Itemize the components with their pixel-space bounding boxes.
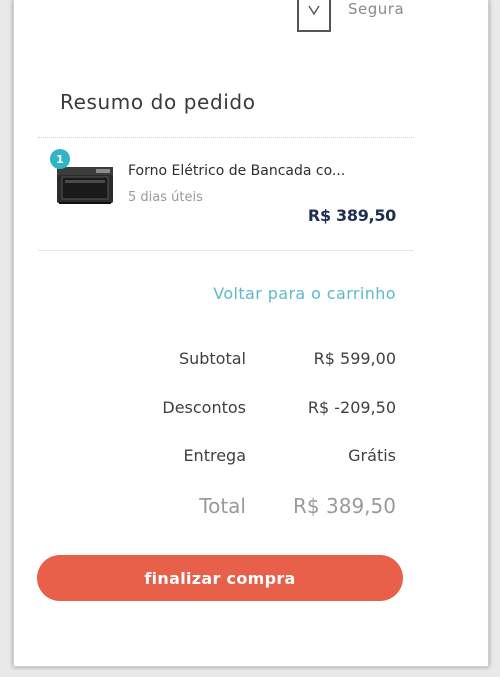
- order-summary-panel: Segura Resumo do pedido 1 Forno Elétrico…: [13, 0, 489, 667]
- back-to-cart-link[interactable]: Voltar para o carrinho: [213, 284, 396, 303]
- total-label: Total: [199, 494, 246, 518]
- subtotal-value: R$ 599,00: [313, 349, 396, 368]
- oven-product-image[interactable]: [56, 164, 114, 206]
- divider: [38, 137, 414, 138]
- product-name[interactable]: Forno Elétrico de Bancada co...: [128, 163, 398, 179]
- subtotal-label: Subtotal: [178, 349, 246, 368]
- shield-check-icon: [297, 0, 331, 32]
- product-price: R$ 389,50: [307, 206, 396, 225]
- shipping-value: Grátis: [348, 446, 396, 465]
- quantity-badge: 1: [50, 149, 70, 169]
- divider: [38, 250, 414, 251]
- total-value: R$ 389,50: [293, 494, 396, 518]
- discounts-label: Descontos: [162, 398, 246, 417]
- shipping-label: Entrega: [183, 446, 246, 465]
- discounts-value: R$ -209,50: [307, 398, 396, 417]
- secure-label: Segura: [348, 0, 405, 18]
- checkout-button[interactable]: finalizar compra: [37, 555, 403, 601]
- summary-title: Resumo do pedido: [60, 90, 256, 114]
- delivery-estimate: 5 dias úteis: [128, 190, 203, 205]
- secure-badge: Segura: [297, 0, 404, 32]
